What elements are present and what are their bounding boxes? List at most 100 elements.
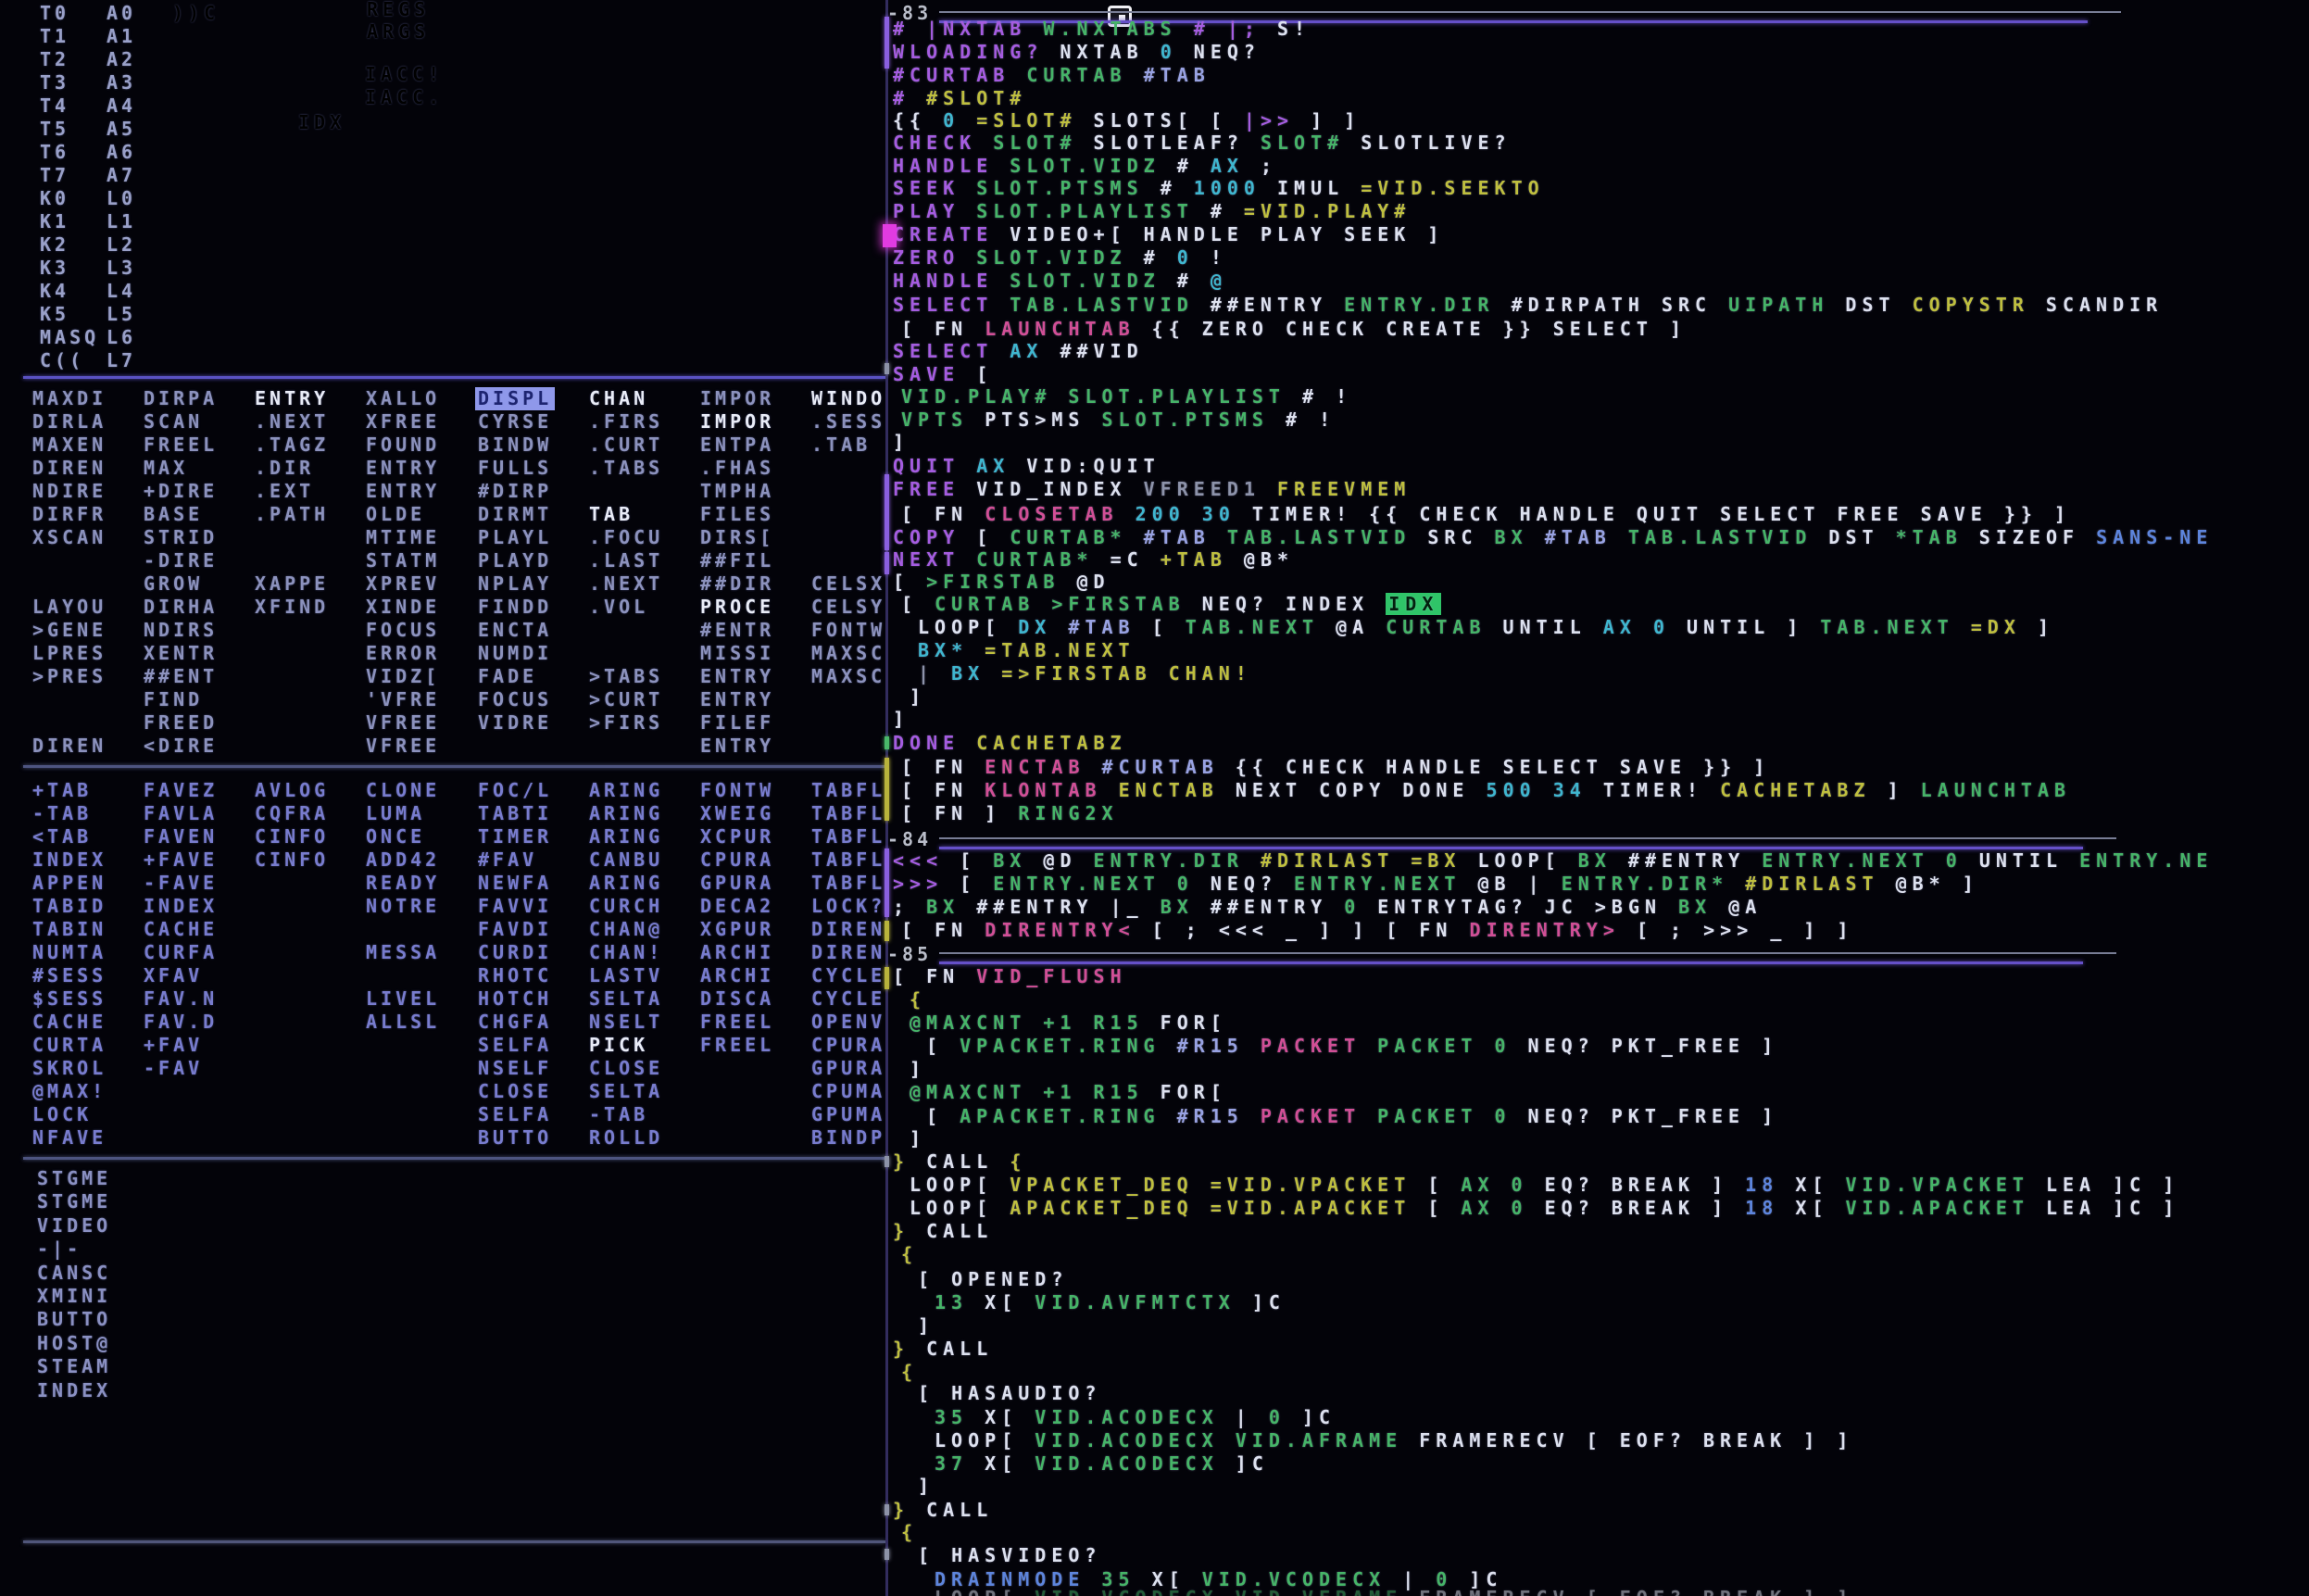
word-cell[interactable]: TABID [30,895,109,918]
word-cell[interactable]: DIRHA [141,596,220,619]
word-cell[interactable]: #SESS [30,964,109,987]
word-cell[interactable]: FILES [697,503,777,526]
word-cell[interactable]: VIDEO [34,1214,114,1238]
word[interactable]: CINFO [252,825,332,848]
word-cell[interactable]: DIRLA [30,410,109,434]
word[interactable]: #FAV [475,848,540,872]
word-cell[interactable]: HOTCH [475,987,555,1011]
word-cell[interactable]: ERROR [363,642,443,665]
word[interactable]: STATM [363,549,443,572]
word[interactable]: PLAYD [475,549,555,572]
word-cell[interactable]: ENTRY [252,387,332,410]
word[interactable]: FAVLA [141,802,220,825]
word-cell[interactable]: <DIRE [141,735,220,758]
word-cell[interactable]: OPENV [809,1011,888,1034]
word[interactable]: .DIR [252,457,317,480]
word-cell[interactable]: SELFA [475,1034,555,1057]
word[interactable]: ARCHI [697,941,777,964]
word[interactable]: TABFL [809,779,888,802]
word-cell[interactable]: DIRS[ [697,526,777,549]
word-cell[interactable]: TABFL [809,848,888,872]
word[interactable]: LOCK [30,1103,94,1126]
word-cell[interactable]: DECA2 [697,895,777,918]
code-line[interactable]: ZERO SLOT.VIDZ # 0 ! [893,246,1227,270]
code-line[interactable]: WLOADING? NXTAB 0 NEQ? [893,41,1261,64]
word[interactable]: HOTCH [475,987,555,1011]
word-cell[interactable]: ENTRY [363,480,443,503]
word-cell[interactable]: -FAV [141,1057,220,1080]
code-line[interactable]: [ FN ENCTAB #CURTAB {{ CHECK HANDLE SELE… [901,756,1770,779]
word[interactable]: TABIN [30,918,109,941]
word[interactable]: .NEXT [252,410,332,434]
word-cell[interactable]: GPURA [809,1057,888,1080]
word-cell[interactable]: NUMDI [475,642,555,665]
word-cell[interactable]: XWEIG [697,802,777,825]
word-cell[interactable]: TABFL [809,825,888,848]
word[interactable]: XSCAN [30,526,109,549]
word[interactable]: OLDE [363,503,428,526]
word-cell[interactable]: NSELF [475,1057,555,1080]
word[interactable]: VIDZ[ [363,665,443,688]
word-cell[interactable]: BINDP [809,1126,888,1150]
word[interactable]: FIND [141,688,206,711]
word[interactable]: CINFO [252,848,332,872]
word-cell[interactable]: CLOSE [586,1057,666,1080]
word[interactable]: CACHE [141,918,220,941]
word[interactable]: BINDP [809,1126,888,1150]
word-cell[interactable]: CURDI [475,941,555,964]
word-cell[interactable]: ENCTA [475,619,555,642]
word-cell[interactable]: FAVLA [141,802,220,825]
word-cell[interactable]: ENTRY [697,735,777,758]
word[interactable]: CELSY [809,596,888,619]
word[interactable]: XALLO [363,387,443,410]
word[interactable]: CLOSE [586,1057,666,1080]
word-cell[interactable]: >PRES [30,665,109,688]
word[interactable]: DIREN [809,941,888,964]
word-cell[interactable]: MAXEN [30,434,109,457]
word-cell[interactable]: XALLO [363,387,443,410]
word[interactable]: .TAB [809,434,873,457]
word[interactable]: ARING [586,825,666,848]
word[interactable]: 'VFRE [363,688,443,711]
word[interactable]: <DIRE [141,735,220,758]
word-cell[interactable]: STEAM [34,1355,114,1378]
word[interactable]: DIRHA [141,596,220,619]
word-cell[interactable]: CLONE [363,779,443,802]
word[interactable]: .NEXT [586,572,666,596]
word[interactable]: ROLLD [586,1126,666,1150]
word-cell[interactable]: ADD42 [363,848,443,872]
code-line[interactable]: | BX =>FIRSTAB CHAN! [918,662,1252,685]
word[interactable]: INDEX [34,1379,114,1402]
word[interactable]: -DIRE [141,549,220,572]
word-cell[interactable]: ENTPA [697,434,777,457]
word-cell[interactable]: +FAVE [141,848,220,872]
word[interactable]: -|- [34,1238,84,1261]
word-cell[interactable]: ENTRY [697,688,777,711]
word[interactable]: LUMA [363,802,428,825]
word[interactable]: >GENE [30,619,109,642]
word[interactable]: FOC/L [475,779,555,802]
word[interactable]: GPUMA [809,1103,888,1126]
word[interactable]: ADD42 [363,848,443,872]
word-cell[interactable]: ARING [586,802,666,825]
word[interactable]: CPUMA [809,1080,888,1103]
word[interactable]: FAV.D [141,1011,220,1034]
word-cell[interactable]: LIVEL [363,987,443,1011]
word[interactable]: CHAN@ [586,918,666,941]
word-cell[interactable]: PLAYD [475,549,555,572]
word-cell[interactable]: IMPOR [697,410,777,434]
word[interactable]: <TAB [30,825,94,848]
word[interactable]: STGME [34,1190,114,1213]
word[interactable]: -FAVE [141,872,220,895]
word-cell[interactable]: STGME [34,1190,114,1213]
word-cell[interactable]: .SESS [809,410,888,434]
word-cell[interactable]: FREEL [697,1034,777,1057]
word[interactable]: MISSI [697,642,777,665]
word[interactable]: ARING [586,872,666,895]
word-cell[interactable]: $SESS [30,987,109,1011]
code-line[interactable]: { [901,1521,918,1544]
word[interactable]: CELSX [809,572,888,596]
word[interactable]: XFREE [363,410,443,434]
word-cell[interactable]: DISPL [475,387,555,410]
word[interactable]: SELFA [475,1103,555,1126]
